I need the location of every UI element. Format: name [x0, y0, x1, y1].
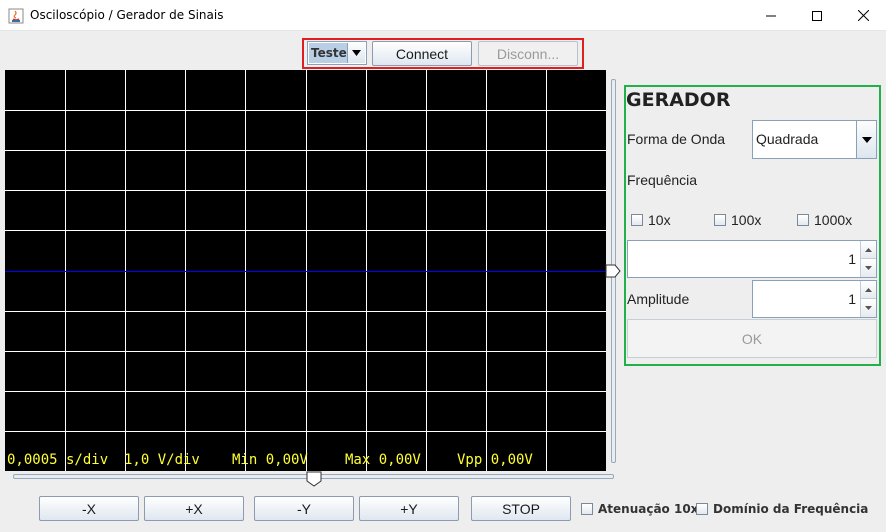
time-per-div: 0,0005 s/div	[7, 452, 109, 468]
attenuation-checkbox[interactable]: Atenuação 10x	[581, 502, 698, 516]
frequency-spinner[interactable]: 1	[627, 240, 877, 278]
vpp-readout: Vpp 0,00V	[457, 452, 533, 468]
connect-button[interactable]: Connect	[372, 41, 472, 66]
amplitude-spinner-buttons	[860, 281, 876, 317]
chevron-down-icon	[352, 50, 361, 56]
attenuation-label: Atenuação 10x	[598, 502, 699, 516]
minus-x-button[interactable]: -X	[39, 496, 139, 521]
min-readout: Min 0,00V	[232, 452, 308, 468]
frequency-decrement-button[interactable]	[861, 259, 876, 277]
title-bar: Osciloscópio / Gerador de Sinais	[0, 0, 886, 31]
close-icon	[857, 10, 869, 21]
checkbox-box[interactable]	[631, 214, 643, 226]
chevron-down-icon	[865, 266, 872, 270]
plus-x-button[interactable]: +X	[144, 496, 244, 521]
checkbox-10x[interactable]: 10x	[631, 212, 671, 228]
minimize-icon	[766, 15, 776, 16]
checkbox-box[interactable]	[696, 503, 708, 515]
waveform-select-value: Quadrada	[756, 131, 819, 147]
amplitude-spinner[interactable]: 1	[752, 280, 877, 318]
scope-status-bar: 0,0005 s/div 1,0 V/div Min 0,00V Max 0,0…	[5, 452, 606, 470]
max-readout: Max 0,00V	[345, 452, 421, 468]
chevron-down-icon	[865, 306, 872, 310]
plus-y-button[interactable]: +Y	[359, 496, 459, 521]
frequency-domain-checkbox[interactable]: Domínio da Frequência	[696, 502, 868, 516]
amplitude-label: Amplitude	[627, 291, 690, 307]
maximize-button[interactable]	[794, 0, 840, 31]
disconnect-button[interactable]: Disconn...	[478, 41, 578, 66]
checkbox-100x[interactable]: 100x	[714, 212, 761, 228]
window-title: Osciloscópio / Gerador de Sinais	[30, 8, 224, 22]
minimize-button[interactable]	[748, 0, 794, 31]
waveform-select[interactable]: Quadrada	[752, 120, 877, 159]
port-select[interactable]: Teste	[307, 41, 367, 65]
waveform-select-arrow[interactable]	[856, 121, 876, 158]
checkbox-100x-label: 100x	[731, 212, 762, 228]
chevron-down-icon	[861, 136, 872, 143]
minus-y-button[interactable]: -Y	[254, 496, 354, 521]
waveform-label: Forma de Onda	[627, 131, 726, 147]
ok-button[interactable]: OK	[627, 319, 877, 358]
vertical-slider-thumb[interactable]	[605, 264, 621, 278]
checkbox-box[interactable]	[797, 214, 809, 226]
java-app-icon	[8, 8, 24, 24]
checkbox-1000x-label: 1000x	[814, 212, 853, 228]
amplitude-decrement-button[interactable]	[861, 299, 876, 317]
main-content: Teste Connect Disconn... 0,0005 s/div 1,…	[0, 31, 886, 532]
checkbox-1000x[interactable]: 1000x	[797, 212, 852, 228]
oscilloscope-display: 0,0005 s/div 1,0 V/div Min 0,00V Max 0,0…	[5, 70, 606, 471]
close-button[interactable]	[840, 0, 886, 31]
frequency-domain-label: Domínio da Frequência	[713, 502, 869, 516]
chevron-up-icon	[865, 287, 872, 292]
checkbox-10x-label: 10x	[648, 212, 671, 228]
frequency-spinner-buttons	[860, 241, 876, 277]
frequency-label: Frequência	[627, 172, 698, 188]
frequency-value: 1	[848, 251, 856, 267]
checkbox-box[interactable]	[581, 503, 593, 515]
horizontal-slider-thumb[interactable]	[306, 471, 322, 487]
stop-button[interactable]: STOP	[471, 496, 571, 521]
amplitude-increment-button[interactable]	[861, 281, 876, 299]
scope-grid	[5, 70, 606, 471]
maximize-icon	[812, 10, 822, 21]
amplitude-value: 1	[848, 291, 856, 307]
gerador-title: GERADOR	[626, 89, 731, 111]
chevron-up-icon	[865, 247, 872, 252]
checkbox-box[interactable]	[714, 214, 726, 226]
volt-per-div: 1,0 V/div	[124, 452, 200, 468]
port-select-value: Teste	[309, 43, 347, 63]
port-select-arrow[interactable]	[347, 43, 365, 63]
frequency-increment-button[interactable]	[861, 241, 876, 259]
